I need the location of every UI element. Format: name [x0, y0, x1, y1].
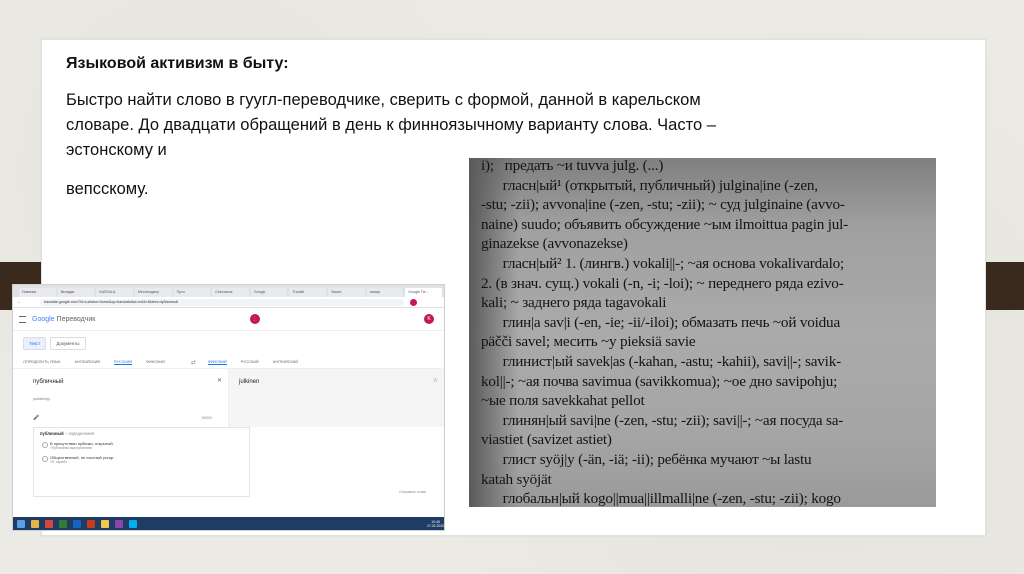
browser-tab[interactable]: Google: [250, 288, 288, 297]
taskbar-clock: 10:45 17.02.2020: [427, 520, 444, 528]
dictionary-line: гласн|ый² 1. (лингв.) vokali||-; ~ая осн…: [481, 254, 845, 272]
src-lang-finnish[interactable]: ФИНСКИЙ: [146, 360, 165, 364]
source-text-input[interactable]: публичный: [33, 379, 63, 385]
browser-tab[interactable]: Translit: [289, 288, 327, 297]
hamburger-menu-icon[interactable]: [19, 315, 26, 323]
windows-taskbar: 10:45 17.02.2020: [13, 517, 444, 530]
dictionary-line: viastiet (savizet astiet): [481, 431, 612, 449]
apps-grid-icon[interactable]: ⋮: [249, 314, 260, 324]
browser-tab[interactable]: тимир: [366, 288, 404, 297]
dst-lang-english[interactable]: АНГЛИЙСКИЙ: [273, 360, 298, 364]
dictionary-line: kali; ~ заднего ряда tagavokali: [481, 294, 667, 312]
translate-title: Переводчик: [56, 315, 96, 323]
dictionary-photo: i); предать ~и tuvva julg. (...) гласн|ы…: [469, 158, 936, 507]
dictionary-header: публичный – определения: [40, 431, 243, 436]
back-icon[interactable]: ←: [17, 299, 22, 305]
dictionary-text: i); предать ~и tuvva julg. (...) гласн|ы…: [481, 158, 936, 507]
definition-item: Общественный, не частный устар. «П. музе…: [40, 455, 243, 464]
browser-tab-strip: Новинки Вкладки KARJALA Мессенджер Пути …: [13, 285, 444, 297]
mode-selector: Текст Документы: [13, 331, 444, 356]
dictionary-line: -stu; -zii); avvona|ine (-zen, -stu; -zi…: [481, 196, 845, 214]
dictionary-line: гласн|ый¹ (открытый, публичный) julgina|…: [481, 176, 818, 194]
dictionary-line: i); предать ~и tuvva julg. (...): [481, 158, 664, 174]
dictionary-line: глобальн|ый kogo||mua||illmalli|ne (-zen…: [481, 490, 841, 507]
dst-lang-finnish[interactable]: ФИНСКИЙ: [207, 360, 227, 365]
text-mode-button[interactable]: Текст: [23, 337, 47, 350]
language-bar: ОПРЕДЕЛИТЬ ЯЗЫК АНГЛИЙСКИЙ РУССКИЙ ФИНСК…: [13, 356, 444, 369]
translation-output: julkinen: [239, 379, 260, 385]
browser-tab[interactable]: Пути: [173, 288, 211, 297]
word-icon[interactable]: [73, 519, 81, 528]
url-field[interactable]: translate.google.com/?hl=ru#view=home&op…: [40, 298, 404, 306]
browser-tab[interactable]: Новинки: [19, 288, 56, 297]
browser-profile-avatar[interactable]: [410, 298, 417, 306]
src-lang-english[interactable]: АНГЛИЙСКИЙ: [75, 360, 100, 364]
save-star-icon[interactable]: ☆: [433, 377, 438, 384]
slide-body-text: Быстро найти слово в гуугл-переводчике, …: [66, 91, 716, 159]
clock-date: 17.02.2020: [427, 523, 444, 528]
app-title: Google Переводчик: [32, 316, 95, 323]
slide-body-tail: вепсскому.: [66, 180, 149, 198]
src-lang-detect[interactable]: ОПРЕДЕЛИТЬ ЯЗЫК: [23, 360, 61, 364]
definition-item: В присутствии публики, открытый. «Публич…: [40, 441, 243, 450]
target-pane: julkinen ☆: [229, 369, 444, 427]
translation-panes: публичный ✕ publichnyy 🎤 9/5000 julkinen…: [13, 369, 444, 427]
translate-screenshot: Новинки Вкладки KARJALA Мессенджер Пути …: [12, 284, 445, 531]
powerpoint-icon[interactable]: [87, 519, 95, 528]
explorer-icon[interactable]: [31, 519, 39, 528]
browser-tab[interactable]: KARJALA: [96, 288, 133, 297]
dictionary-line: 2. (в знач. сущ.) vokali (-n, -i; -loi);…: [481, 274, 844, 292]
browser-tab-active[interactable]: Google Пе...: [405, 288, 443, 297]
start-icon[interactable]: [17, 519, 25, 528]
dictionary-line: глин|а sav|i (-en, -ie; -ii/-iloi); обма…: [481, 313, 841, 331]
dictionary-line: ginazekse (avvonazekse): [481, 235, 628, 253]
source-pane: публичный ✕ publichnyy 🎤 9/5000: [13, 369, 229, 427]
app-icon[interactable]: [115, 519, 123, 528]
browser-tab[interactable]: Спектакль: [212, 288, 249, 297]
dictionary-line: глист syöj|y (-än, -iä; -ii); ребёнка му…: [481, 450, 812, 468]
microphone-icon[interactable]: 🎤: [33, 415, 39, 421]
dictionary-line: глинист|ый savek|as (-kahan, -astu; -kah…: [481, 352, 842, 370]
char-counter: 9/5000: [201, 416, 212, 420]
slide-title: Языковой активизм в быту:: [66, 55, 289, 72]
google-logo-text: Google: [32, 315, 55, 323]
dictionary-header-sub: – определения: [64, 431, 94, 436]
dictionary-line: ~ые поля savekkahat pellot: [481, 392, 645, 410]
transliteration: publichnyy: [33, 397, 50, 401]
dictionary-line: naine) suudo; объявить обсуждение ~ым il…: [481, 215, 848, 233]
folder-icon[interactable]: [101, 519, 109, 528]
swap-languages-icon[interactable]: ⇄: [191, 359, 196, 366]
dst-lang-russian[interactable]: РУССКИЙ: [241, 360, 259, 364]
feedback-link[interactable]: Отправить отзыв: [399, 490, 426, 494]
dictionary-panel: публичный – определения В присутствии пу…: [33, 427, 250, 497]
dictionary-line: katah syöjät: [481, 470, 552, 488]
dictionary-line: kol||-; ~ая почва savimua (savikkomua); …: [481, 372, 838, 390]
definition-example: «Публичная выступления»: [50, 446, 93, 450]
definition-example: «П. музей»: [50, 460, 68, 464]
browser-tab[interactable]: Saved: [328, 288, 365, 297]
account-avatar[interactable]: K: [423, 314, 434, 324]
clear-text-icon[interactable]: ✕: [217, 377, 222, 384]
chrome-icon[interactable]: [45, 519, 53, 528]
src-lang-russian[interactable]: РУССКИЙ: [114, 360, 133, 365]
browser-tab[interactable]: Мессенджер: [134, 288, 172, 297]
address-bar: ← translate.google.com/?hl=ru#view=home&…: [13, 297, 444, 308]
excel-icon[interactable]: [59, 519, 67, 528]
translate-header: Google Переводчик ⋮ K: [13, 308, 444, 331]
documents-mode-button[interactable]: Документы: [50, 337, 86, 350]
dictionary-word: публичный: [40, 431, 64, 436]
dictionary-line: глинян|ый savi|ne (-zen, -stu; -zii); sa…: [481, 411, 844, 429]
skype-icon[interactable]: [129, 519, 137, 528]
browser-tab[interactable]: Вкладки: [57, 288, 95, 297]
dictionary-line: päčči savel; месить ~у pieksiä savie: [481, 333, 696, 351]
